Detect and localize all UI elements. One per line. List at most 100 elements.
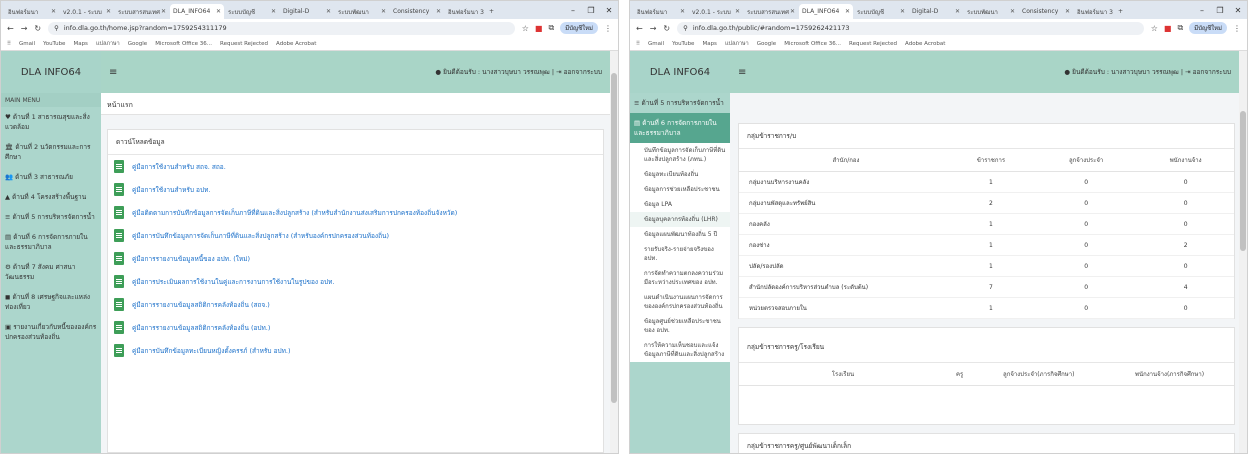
forward-icon[interactable]: → — [21, 24, 28, 33]
document-link[interactable]: คู่มือการรายงานข้อมูลหนี้ของ อปท. (ใหม่) — [132, 254, 250, 264]
browser-tab[interactable]: v2.0.1 - ระบบ ✕ — [689, 4, 743, 19]
maximize-icon[interactable]: ❐ — [582, 6, 600, 15]
submenu-item[interactable]: ข้อมูลแผนพัฒนาท้องถิ่น 5 ปี — [630, 227, 730, 242]
document-link[interactable]: คู่มือการบันทึกข้อมูลทะเบียนหญิงตั้งครรภ… — [132, 346, 291, 356]
apps-icon[interactable]: ⠿ — [636, 41, 640, 47]
close-tab-icon[interactable]: ✕ — [790, 8, 795, 15]
new-tab-button[interactable]: + — [486, 4, 498, 19]
bookmark-rejected[interactable]: Request Rejected — [220, 41, 268, 47]
reload-icon[interactable]: ↻ — [663, 24, 670, 33]
sidebar-item-infrastructure[interactable]: ▲ ด้านที่ 4 โครงสร้างพื้นฐาน — [1, 187, 101, 207]
site-info-icon[interactable]: ⚲ — [683, 24, 688, 32]
close-tab-icon[interactable]: ✕ — [900, 8, 905, 15]
submenu-item[interactable]: รายรับจริง-รายจ่ายจริงของ อปท. — [630, 242, 730, 266]
browser-tab[interactable]: ระบบบัญชี ✕ — [225, 4, 279, 19]
bookmark-acrobat[interactable]: Adobe Acrobat — [276, 41, 316, 47]
browser-tab-active[interactable]: DLA_INFO64 ✕ — [170, 4, 224, 19]
submenu-item[interactable]: แผนดำเนินงานแผนการจัดการขององค์กรปกครองส… — [630, 290, 730, 314]
extension-icon[interactable]: ■ — [535, 24, 543, 33]
close-tab-icon[interactable]: ✕ — [436, 8, 441, 15]
bookmark-office[interactable]: Microsoft Office 36... — [784, 41, 841, 47]
bookmark-google[interactable]: Google — [757, 41, 776, 47]
close-tab-icon[interactable]: ✕ — [680, 8, 685, 15]
breadcrumb[interactable]: หน้าแรก — [101, 93, 610, 115]
forward-icon[interactable]: → — [650, 24, 657, 33]
bookmark-translate[interactable]: แปลภาษา — [96, 40, 120, 48]
browser-tab[interactable]: อินฟอร์มนา 3 — [1074, 4, 1114, 19]
browser-tab[interactable]: ระบบสารสนเทศ ✕ — [744, 4, 798, 19]
bookmark-maps[interactable]: Maps — [73, 41, 87, 47]
bookmark-acrobat[interactable]: Adobe Acrobat — [905, 41, 945, 47]
submenu-item[interactable]: ข้อมูลทะเบียนท้องถิ่น — [630, 167, 730, 182]
bookmark-rejected[interactable]: Request Rejected — [849, 41, 897, 47]
address-bar[interactable]: ⚲ info.dla.go.th/public/#random=17592624… — [677, 21, 1144, 35]
menu-dots-icon[interactable]: ⋮ — [1233, 24, 1241, 33]
browser-tab[interactable]: อินฟอร์มนา 3 — [445, 4, 485, 19]
close-tab-icon[interactable]: ✕ — [216, 8, 221, 15]
submenu-item-active[interactable]: ข้อมูลบุคลากรท้องถิ่น (LHR) — [630, 212, 730, 227]
submenu-item[interactable]: ข้อมูลศูนย์ช่วยเหลือประชาชนของ อปท. — [630, 314, 730, 338]
sidebar-item-health[interactable]: ♥ ด้านที่ 1 สาธารณสุขและสิ่งแวดล้อม — [1, 107, 101, 137]
scrollbar-thumb[interactable] — [611, 73, 617, 403]
browser-tab-active[interactable]: DLA_INFO64 ✕ — [799, 4, 853, 19]
new-tab-button[interactable]: + — [1115, 4, 1127, 19]
star-icon[interactable]: ☆ — [1151, 24, 1158, 33]
puzzle-icon[interactable]: ⧉ — [1177, 23, 1183, 33]
bookmark-youtube[interactable]: YouTube — [672, 41, 694, 47]
close-tab-icon[interactable]: ✕ — [845, 8, 850, 15]
logout-link[interactable]: ออกจากระบบ — [564, 68, 602, 76]
submenu-item[interactable]: การให้ความเห็นชอบและแจ้งข้อมูลภาษีที่ดิน… — [630, 338, 730, 362]
address-bar[interactable]: ⚲ info.dla.go.th/home.jsp?random=1759254… — [48, 21, 515, 35]
reload-icon[interactable]: ↻ — [34, 24, 41, 33]
sidebar-item-governance[interactable]: ▤ ด้านที่ 6 การจัดการภายในและธรรมาภิบาล — [1, 227, 101, 257]
document-link[interactable]: คู่มือการรายงานข้อมูลสถิติการคลังท้องถิ่… — [132, 323, 270, 333]
close-tab-icon[interactable]: ✕ — [161, 8, 166, 15]
list-item[interactable]: คู่มือการรายงานข้อมูลสถิติการคลังท้องถิ่… — [108, 316, 603, 339]
sidebar-item-governance[interactable]: ▤ ด้านที่ 6 การจัดการภายในและธรรมาภิบาล — [630, 113, 730, 143]
list-item[interactable]: คู่มือการบันทึกข้อมูลการจัดเก็บภาษีที่ดิ… — [108, 224, 603, 247]
brand-logo[interactable]: DLA INFO64 — [630, 51, 730, 93]
bookmark-gmail[interactable]: Gmail — [19, 41, 35, 47]
close-tab-icon[interactable]: ✕ — [1010, 8, 1015, 15]
sidebar-item-debt[interactable]: ▣ รายงานเกี่ยวกับหนี้ขององค์กรปกครองส่วน… — [1, 317, 101, 347]
browser-tab[interactable]: อินฟอร์มนา ✕ — [634, 4, 688, 19]
close-tab-icon[interactable]: ✕ — [955, 8, 960, 15]
close-tab-icon[interactable]: ✕ — [271, 8, 276, 15]
bookmark-translate[interactable]: แปลภาษา — [725, 40, 749, 48]
submenu-item[interactable]: การจัดทำความตกลงความร่วมมือระหว่างประเทศ… — [630, 266, 730, 290]
scrollbar-thumb[interactable] — [1240, 111, 1246, 251]
sidebar-item-disaster[interactable]: 👥 ด้านที่ 3 สาธารณภัย — [1, 167, 101, 187]
document-link[interactable]: คู่มือการรายงานข้อมูลสถิติการคลังท้องถิ่… — [132, 300, 270, 310]
submenu-item[interactable]: ข้อมูล LPA — [630, 197, 730, 212]
submenu-item[interactable]: ข้อมูลการช่วยเหลือประชาชน — [630, 182, 730, 197]
browser-tab[interactable]: อินฟอร์มนา ✕ — [5, 4, 59, 19]
browser-tab[interactable]: Consistency ✕ — [1019, 4, 1073, 19]
star-icon[interactable]: ☆ — [522, 24, 529, 33]
bookmark-youtube[interactable]: YouTube — [43, 41, 65, 47]
sidebar-item-economy[interactable]: ◼ ด้านที่ 8 เศรษฐกิจและแหล่งท่องเที่ยว — [1, 287, 101, 317]
bookmark-gmail[interactable]: Gmail — [648, 41, 664, 47]
bookmark-maps[interactable]: Maps — [702, 41, 716, 47]
scrollbar[interactable] — [610, 51, 618, 453]
hamburger-icon[interactable]: ≡ — [738, 67, 746, 78]
document-link[interactable]: คู่มือการประเมินผลการใช้งานในคู่และการงา… — [132, 277, 335, 287]
list-item[interactable]: คู่มือการใช้งานสำหรับ อปท. — [108, 178, 603, 201]
profile-button[interactable]: มีบัญชีใหม่ — [560, 22, 598, 34]
brand-logo[interactable]: DLA INFO64 — [1, 51, 101, 93]
browser-tab[interactable]: ระบบพัฒนา ✕ — [964, 4, 1018, 19]
site-info-icon[interactable]: ⚲ — [54, 24, 59, 32]
browser-tab[interactable]: Digital-D ✕ — [280, 4, 334, 19]
list-item[interactable]: คู่มือการรายงานข้อมูลสถิติการคลังท้องถิ่… — [108, 293, 603, 316]
list-item[interactable]: คู่มือติดตามการบันทึกข้อมูลการจัดเก็บภาษ… — [108, 201, 603, 224]
browser-tab[interactable]: ระบบบัญชี ✕ — [854, 4, 908, 19]
close-window-icon[interactable]: ✕ — [1229, 6, 1247, 15]
browser-tab[interactable]: Consistency ✕ — [390, 4, 444, 19]
close-tab-icon[interactable]: ✕ — [1065, 8, 1070, 15]
close-tab-icon[interactable]: ✕ — [326, 8, 331, 15]
maximize-icon[interactable]: ❐ — [1211, 6, 1229, 15]
minimize-icon[interactable]: – — [564, 6, 582, 15]
list-item[interactable]: คู่มือการบันทึกข้อมูลทะเบียนหญิงตั้งครรภ… — [108, 339, 603, 362]
logout-link[interactable]: ออกจากระบบ — [1193, 68, 1231, 76]
bookmark-google[interactable]: Google — [128, 41, 147, 47]
list-item[interactable]: คู่มือการประเมินผลการใช้งานในคู่และการงา… — [108, 270, 603, 293]
